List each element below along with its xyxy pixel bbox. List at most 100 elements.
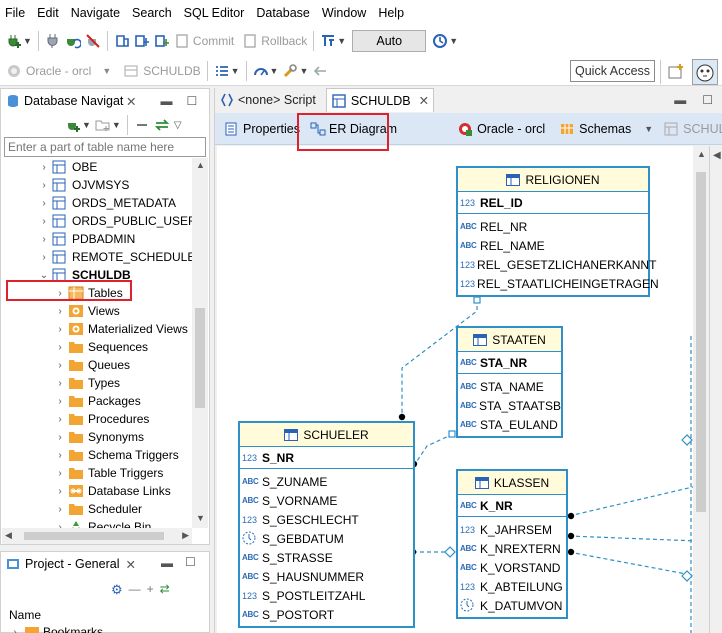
view-menu-button[interactable]: ▽ (172, 113, 184, 137)
schema-link[interactable]: SCHULDB (661, 117, 722, 141)
chevron-right-icon[interactable]: › (38, 216, 50, 227)
menu-edit[interactable]: Edit (31, 0, 65, 26)
rollback-button[interactable]: Rollback (240, 29, 309, 53)
column-row[interactable]: ABC K_NREXTERN (458, 539, 566, 558)
new-folder-button[interactable]: ▼ (93, 113, 123, 137)
chevron-down-icon[interactable]: ⌄ (38, 270, 50, 281)
chevron-right-icon[interactable]: › (38, 234, 50, 245)
tree-item[interactable]: › Packages (2, 392, 192, 410)
primary-key-row[interactable]: ABC STA_NR (458, 352, 561, 374)
column-row[interactable]: ABC REL_NR (458, 217, 648, 236)
schemas-link[interactable]: Schemas (557, 117, 633, 141)
tab-project-general[interactable]: Project - General ✕ (1, 552, 140, 576)
navigate-back-button[interactable] (310, 59, 330, 83)
chevron-right-icon[interactable]: › (54, 342, 66, 353)
dashboard-button[interactable]: ▼ (251, 59, 281, 83)
tree-item[interactable]: › ORDS_METADATA (2, 194, 192, 212)
column-row[interactable]: ABC K_VORSTAND (458, 558, 566, 577)
column-row[interactable]: ABC STA_NAME (458, 377, 561, 396)
chevron-right-icon[interactable]: › (54, 468, 66, 479)
tree-item[interactable]: › Synonyms (2, 428, 192, 446)
project-item-bookmarks[interactable]: › Bookmarks (9, 625, 103, 633)
column-row[interactable]: ABC S_STRASSE (240, 548, 413, 567)
hscroll-thumb[interactable] (24, 532, 164, 540)
close-icon[interactable]: ✕ (419, 93, 429, 108)
tree-item[interactable]: › Sequences (2, 338, 192, 356)
primary-key-row[interactable]: 123 REL_ID (458, 192, 648, 214)
tab-database-navigator[interactable]: Database Navigati ✕ (1, 89, 141, 113)
minimize-icon[interactable]: ▬ (160, 94, 172, 108)
new-connection-button[interactable]: ▼ (63, 113, 93, 137)
chevron-right-icon[interactable]: › (54, 378, 66, 389)
menu-file[interactable]: File (0, 0, 31, 26)
commit-button[interactable]: Commit (172, 29, 236, 53)
column-row[interactable]: 123 S_POSTLEITZAHL (240, 586, 413, 605)
entity-header[interactable]: KLASSEN (458, 471, 566, 495)
table-filter-input[interactable] (4, 137, 206, 157)
chevron-right-icon[interactable]: › (54, 288, 66, 299)
disconnect-button[interactable] (83, 29, 103, 53)
chevron-right-icon[interactable]: › (54, 504, 66, 515)
quick-access-field[interactable]: Quick Access (570, 60, 656, 82)
chevron-right-icon[interactable]: › (54, 324, 66, 335)
menu-help[interactable]: Help (372, 0, 410, 26)
column-row[interactable]: ABC S_ZUNAME (240, 472, 413, 491)
entity-header[interactable]: RELIGIONEN (458, 168, 648, 192)
scroll-thumb[interactable] (696, 172, 706, 512)
tree-item[interactable]: › Tables (2, 284, 192, 302)
menu-sql-editor[interactable]: SQL Editor (178, 0, 251, 26)
schema-dropdown[interactable]: ▼ (641, 117, 655, 141)
entity-staaten[interactable]: STAATEN ABC STA_NR ABC STA_NAME ABC STA_STAATS… (456, 326, 563, 438)
tree-item[interactable]: › Views (2, 302, 192, 320)
column-row[interactable]: 123 REL_GESETZLICHANERKANNT (458, 255, 656, 274)
column-row[interactable]: ABC S_VORNAME (240, 491, 413, 510)
tab-none-script[interactable]: <none> Script (215, 88, 320, 112)
tree-item[interactable]: › Procedures (2, 410, 192, 428)
tree-item[interactable]: › Materialized Views (2, 320, 192, 338)
chevron-right-icon[interactable]: › (54, 432, 66, 443)
relation-line[interactable] (568, 486, 693, 517)
chevron-right-icon[interactable]: › (54, 360, 66, 371)
tools-button[interactable]: ▼ (280, 59, 310, 83)
scroll-right-icon[interactable]: ▶ (182, 530, 189, 541)
column-row[interactable]: ABC STA_STAATSB (458, 396, 561, 415)
column-row[interactable]: 123 K_JAHRSEM (458, 520, 566, 539)
relation-line[interactable] (414, 433, 454, 465)
tree-item[interactable]: › PDBADMIN (2, 230, 192, 248)
entity-religionen[interactable]: RELIGIONEN 123 REL_ID ABC REL_NR ABC REL_NAME 1… (456, 166, 659, 297)
minimize-icon[interactable]: ▬ (674, 93, 686, 107)
tree-item[interactable]: › REMOTE_SCHEDULER_A (2, 248, 192, 266)
primary-key-row[interactable]: 123 S_NR (240, 447, 413, 469)
column-row[interactable]: 123 K_ABTEILUNG (458, 577, 566, 596)
reconnect-button[interactable] (63, 29, 83, 53)
column-row[interactable]: ABC REL_NAME (458, 236, 648, 255)
maximize-icon[interactable]: ☐ (185, 555, 196, 569)
menu-search[interactable]: Search (126, 0, 178, 26)
er-diagram-tab[interactable]: ER Diagram (308, 117, 399, 141)
chevron-right-icon[interactable]: › (54, 396, 66, 407)
chevron-right-icon[interactable]: › (54, 306, 66, 317)
column-row[interactable]: ABC S_HAUSNUMMER (240, 567, 413, 586)
entity-schueler[interactable]: SCHUELER 123 S_NR ABC S_ZUNAME ABC S_VORNAME 12… (238, 421, 415, 628)
navigator-scrollbar[interactable]: ▲ ▼ (192, 158, 208, 528)
scroll-thumb[interactable] (195, 308, 205, 408)
gear-icon[interactable]: ⚙ (111, 582, 123, 598)
collapse-all-button[interactable] (132, 113, 152, 137)
entity-klassen[interactable]: KLASSEN ABC K_NR 123 K_JAHRSEM ABC K_NREXTERN A… (456, 469, 568, 619)
diagram-vscrollbar[interactable]: ▲ (693, 146, 709, 633)
tree-item[interactable]: › Database Links (2, 482, 192, 500)
connect-button[interactable] (43, 29, 63, 53)
er-diagram-canvas[interactable]: RELIGIONEN 123 REL_ID ABC REL_NR ABC REL_NAME 1… (217, 146, 693, 633)
transaction-mode-dropdown[interactable]: ▼ (318, 29, 348, 53)
chevron-right-icon[interactable]: › (54, 486, 66, 497)
scroll-down-icon[interactable]: ▼ (196, 513, 205, 523)
transaction-log-button[interactable] (132, 29, 152, 53)
column-row[interactable]: ABC STA_EULAND (458, 415, 561, 434)
column-row[interactable]: ABC S_POSTORT (240, 605, 413, 624)
pending-transactions-button[interactable] (152, 29, 172, 53)
tree-item[interactable]: › ORDS_PUBLIC_USER (2, 212, 192, 230)
scroll-left-icon[interactable]: ◀ (5, 530, 12, 541)
relation-line[interactable] (568, 535, 693, 542)
sync-arrows-icon[interactable]: ⇄ (160, 582, 170, 598)
dbeaver-perspective-button[interactable] (692, 59, 718, 85)
